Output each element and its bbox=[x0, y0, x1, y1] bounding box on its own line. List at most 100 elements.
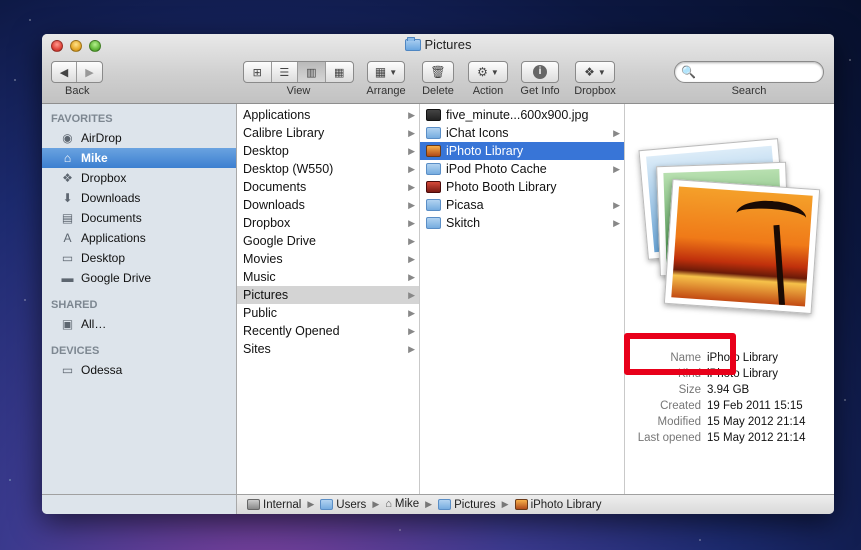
dropbox-button[interactable]: ❖ ▼ bbox=[575, 61, 615, 83]
list-view-button[interactable]: ☰ bbox=[272, 62, 299, 82]
list-item-label: Dropbox bbox=[243, 216, 291, 230]
list-item[interactable]: Dropbox ▶ bbox=[237, 214, 419, 232]
list-item[interactable]: Calibre Library ▶ bbox=[237, 124, 419, 142]
list-item[interactable]: iPod Photo Cache ▶ bbox=[420, 160, 624, 178]
view-label: View bbox=[286, 85, 311, 97]
list-item[interactable]: Desktop (W550) ▶ bbox=[237, 160, 419, 178]
sidebar-footer bbox=[42, 494, 237, 514]
path-segment-label: iPhoto Library bbox=[530, 498, 602, 511]
action-label: Action bbox=[472, 85, 504, 97]
list-item[interactable]: Public ▶ bbox=[237, 304, 419, 322]
sidebar-item-label: Applications bbox=[81, 231, 146, 245]
disclosure-arrow-icon: ▶ bbox=[408, 110, 415, 120]
path-segment[interactable]: Internal bbox=[247, 499, 301, 511]
column-view-button[interactable]: ▥ bbox=[298, 62, 326, 82]
column-pictures[interactable]: five_minute...600x900.jpg iChat Icons ▶ iPh… bbox=[420, 104, 625, 494]
grid-icon: ⊞ bbox=[252, 66, 262, 79]
list-item[interactable]: Documents ▶ bbox=[237, 178, 419, 196]
action-button[interactable]: ⚙ ▼ bbox=[468, 61, 508, 83]
disclosure-arrow-icon: ▶ bbox=[408, 344, 415, 354]
back-button[interactable]: ◀ bbox=[52, 62, 78, 82]
chevron-right-icon: ▶ bbox=[85, 66, 94, 79]
back-label: Back bbox=[65, 85, 90, 97]
list-item[interactable]: Google Drive ▶ bbox=[237, 232, 419, 250]
search-field[interactable]: 🔍 bbox=[674, 61, 824, 83]
home-icon: ⌂ bbox=[63, 151, 72, 165]
list-item[interactable]: five_minute...600x900.jpg bbox=[420, 106, 624, 124]
list-item-label: Picasa bbox=[446, 198, 484, 212]
sidebar: FAVORITES ◉ AirDrop ⌂ Mike ❖ Dropbox ⬇ Download… bbox=[42, 104, 237, 494]
list-icon: ☰ bbox=[279, 66, 290, 79]
sidebar-item-odessa[interactable]: ▭ Odessa bbox=[42, 360, 236, 380]
sidebar-item-dropbox[interactable]: ❖ Dropbox bbox=[42, 168, 236, 188]
list-item-label: Photo Booth Library bbox=[446, 180, 557, 194]
gear-icon: ⚙ bbox=[477, 65, 488, 79]
sidebar-item-desktop[interactable]: ▭ Desktop bbox=[42, 248, 236, 268]
list-item[interactable]: iChat Icons ▶ bbox=[420, 124, 624, 142]
list-item-label: five_minute...600x900.jpg bbox=[446, 108, 589, 122]
list-item[interactable]: Photo Booth Library bbox=[420, 178, 624, 196]
list-item-label: Google Drive bbox=[243, 234, 316, 248]
chevron-down-icon: ▼ bbox=[490, 67, 499, 77]
sidebar-header-devices: DEVICES bbox=[51, 345, 100, 357]
sidebar-item-label: Downloads bbox=[81, 191, 141, 205]
info-kind: Kind iPhoto Library bbox=[677, 368, 778, 380]
list-item[interactable]: Music ▶ bbox=[237, 268, 419, 286]
list-item-label: iPod Photo Cache bbox=[446, 162, 547, 176]
path-segment[interactable]: Users bbox=[320, 499, 366, 511]
path-segment[interactable]: ⌂ Mike bbox=[385, 498, 419, 510]
sidebar-item-applications[interactable]: A Applications bbox=[42, 228, 236, 248]
path-separator-icon: ▶ bbox=[425, 499, 433, 509]
info-name: Name iPhoto Library bbox=[670, 352, 778, 364]
list-item[interactable]: Downloads ▶ bbox=[237, 196, 419, 214]
window-title-text: Pictures bbox=[424, 37, 472, 52]
list-item[interactable]: Movies ▶ bbox=[237, 250, 419, 268]
sidebar-item-label: Dropbox bbox=[81, 171, 127, 185]
chevron-down-icon: ▼ bbox=[389, 67, 398, 77]
sidebar-item-label: Mike bbox=[81, 151, 108, 165]
sidebar-item-label: Documents bbox=[81, 211, 142, 225]
arrange-button[interactable]: ▦ ▼ bbox=[367, 61, 405, 83]
list-item[interactable]: iPhoto Library bbox=[420, 142, 624, 160]
list-item-label: Downloads bbox=[243, 198, 305, 212]
icon-view-button[interactable]: ⊞ bbox=[244, 62, 272, 82]
info-created: Created 19 Feb 2011 15:15 bbox=[660, 400, 803, 412]
list-item[interactable]: Desktop ▶ bbox=[237, 142, 419, 160]
documents-icon: ▤ bbox=[61, 211, 74, 225]
list-item[interactable]: Picasa ▶ bbox=[420, 196, 624, 214]
downloads-icon: ⬇ bbox=[62, 191, 73, 205]
window-title: Pictures bbox=[42, 36, 834, 52]
list-item[interactable]: Pictures ▶ bbox=[237, 286, 419, 304]
list-item[interactable]: Recently Opened ▶ bbox=[237, 322, 419, 340]
path-bar: Internal ▶ Users ▶ ⌂ Mike ▶ Pictures ▶ iPhoto Lib… bbox=[237, 494, 834, 514]
chevron-left-icon: ◀ bbox=[59, 66, 69, 79]
sidebar-item-downloads[interactable]: ⬇ Downloads bbox=[42, 188, 236, 208]
coverflow-view-button[interactable]: ▦ bbox=[326, 62, 353, 82]
sidebar-item-all[interactable]: ▣ All… bbox=[42, 314, 236, 334]
forward-button[interactable]: ▶ bbox=[77, 62, 102, 82]
action-group: ⚙ ▼ Action bbox=[468, 61, 508, 97]
list-item[interactable]: Applications ▶ bbox=[237, 106, 419, 124]
path-segment-label: Internal bbox=[263, 498, 302, 511]
sidebar-item-google-drive[interactable]: ▬ Google Drive bbox=[42, 268, 236, 288]
path-segment[interactable]: Pictures bbox=[438, 499, 496, 511]
sidebar-item-documents[interactable]: ▤ Documents bbox=[42, 208, 236, 228]
sidebar-item-label: Google Drive bbox=[81, 271, 152, 285]
list-item-label: iPhoto Library bbox=[446, 144, 524, 158]
search-input[interactable] bbox=[699, 66, 820, 78]
list-item[interactable]: Skitch ▶ bbox=[420, 214, 624, 232]
list-item[interactable]: Sites ▶ bbox=[237, 340, 419, 358]
sidebar-item-mike[interactable]: ⌂ Mike bbox=[42, 148, 236, 168]
disclosure-arrow-icon: ▶ bbox=[613, 200, 620, 210]
delete-button[interactable]: 🗑 bbox=[422, 61, 454, 83]
photo-booth-icon bbox=[426, 181, 441, 193]
network-icon: ▣ bbox=[61, 317, 74, 331]
get-info-button[interactable]: i bbox=[521, 61, 559, 83]
column-home[interactable]: Applications ▶ Calibre Library ▶ Desktop ▶ Des… bbox=[237, 104, 420, 494]
sidebar-item-airdrop[interactable]: ◉ AirDrop bbox=[42, 128, 236, 148]
sidebar-item-label: Odessa bbox=[81, 363, 123, 377]
disclosure-arrow-icon: ▶ bbox=[408, 200, 415, 210]
sidebar-item-label: Desktop bbox=[81, 251, 126, 265]
disclosure-arrow-icon: ▶ bbox=[408, 182, 415, 192]
path-segment[interactable]: iPhoto Library bbox=[514, 498, 602, 511]
